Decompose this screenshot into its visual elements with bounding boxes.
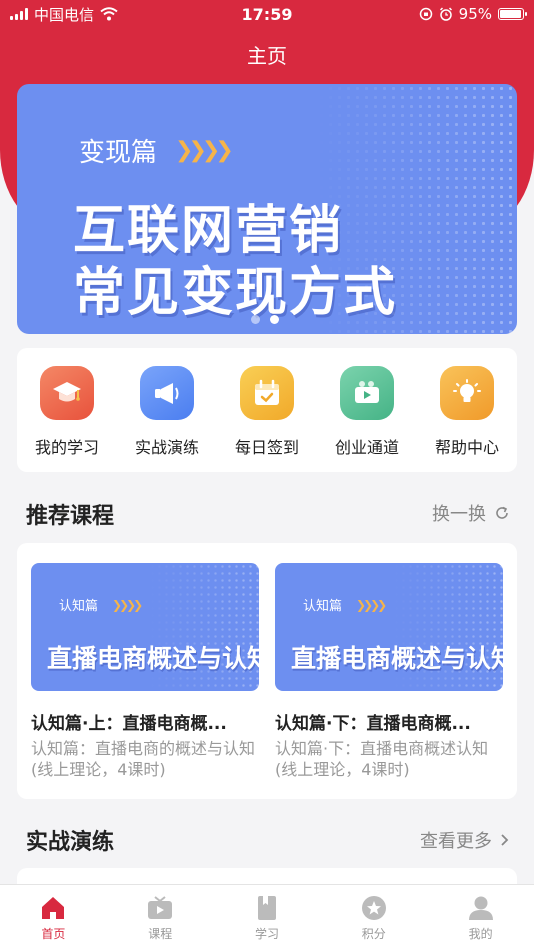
course-item[interactable]: 认知篇 ❯❯❯❯ 直播电商概述与认知 认知篇·下：直播电商概... 认知篇·下：… <box>275 563 503 780</box>
quick-practice[interactable]: 实战演练 <box>117 366 217 472</box>
banner-headline-2: 常见变现方式 <box>73 263 398 323</box>
quick-check-in[interactable]: 每日签到 <box>217 366 317 472</box>
refresh-courses-button[interactable]: 换一换 <box>432 500 510 526</box>
course-description: 认知篇：直播电商的概述与认知(线上理论，4课时) <box>31 739 256 779</box>
user-icon <box>468 896 493 920</box>
lightbulb-icon <box>440 366 494 420</box>
page-title: 主页 <box>247 44 287 68</box>
tab-label: 首页 <box>41 927 66 941</box>
course-name[interactable]: 认知篇·下：直播电商概... <box>275 709 503 734</box>
view-more-button[interactable]: 查看更多 <box>420 827 510 853</box>
tab-label: 积分 <box>361 927 386 941</box>
quick-my-study[interactable]: 我的学习 <box>17 366 117 472</box>
course-thumbnail[interactable]: 认知篇 ❯❯❯❯ 直播电商概述与认知 <box>31 563 259 691</box>
quick-label: 实战演练 <box>134 438 199 457</box>
orientation-lock-icon <box>419 7 432 21</box>
chevron-right-icon <box>501 834 509 846</box>
course-item[interactable]: 认知篇 ❯❯❯❯ 直播电商概述与认知 认知篇·上：直播电商概... 认知篇：直播… <box>31 563 259 780</box>
banner-dot-2[interactable] <box>270 315 279 324</box>
wifi-icon <box>100 7 118 21</box>
tab-courses[interactable]: 课程 <box>107 885 214 950</box>
tab-home[interactable]: 首页 <box>0 885 107 950</box>
banner-carousel[interactable]: 变现篇 ❯❯❯❯ 互联网营销 常见变现方式 <box>17 84 517 334</box>
graduation-cap-icon <box>40 366 94 420</box>
banner-tag: 变现篇 ❯❯❯❯ <box>79 132 234 169</box>
thumbnail-tag: 认知篇 ❯❯❯❯ <box>303 595 387 615</box>
tab-label: 课程 <box>148 927 173 941</box>
star-icon <box>361 896 386 920</box>
tab-label: 学习 <box>254 927 279 941</box>
status-bar: 中国电信 17:59 95% <box>0 0 534 28</box>
quick-label: 我的学习 <box>34 438 99 457</box>
course-name[interactable]: 认知篇·上：直播电商概... <box>31 709 259 734</box>
thumbnail-title: 直播电商概述与认知 <box>291 644 503 673</box>
chevrons-right-icon: ❯❯❯❯ <box>175 138 234 163</box>
banner-page-indicator[interactable] <box>251 315 279 324</box>
banner-tag-label: 变现篇 <box>79 138 158 168</box>
thumbnail-title: 直播电商概述与认知 <box>47 644 259 673</box>
battery-percent: 95% <box>458 5 492 23</box>
book-icon <box>257 896 276 920</box>
tab-points[interactable]: 积分 <box>320 885 427 950</box>
home-icon <box>42 897 65 919</box>
quick-actions: 我的学习 实战演练 每日签到 创业通道 帮助中心 <box>17 348 517 472</box>
thumbnail-tag-label: 认知篇 <box>59 599 99 614</box>
quick-label: 每日签到 <box>234 438 299 457</box>
megaphone-icon <box>140 366 194 420</box>
recommend-section-title: 推荐课程 <box>26 504 115 529</box>
banner-dot-1[interactable] <box>251 315 260 324</box>
quick-startup-channel[interactable]: 创业通道 <box>317 366 417 472</box>
battery-icon <box>498 8 527 20</box>
course-description: 认知篇·下：直播电商概述认知(线上理论，4课时) <box>275 739 489 779</box>
chevrons-right-icon: ❯❯❯❯ <box>112 597 143 612</box>
quick-label: 帮助中心 <box>434 438 499 457</box>
tab-label: 我的 <box>468 927 493 941</box>
refresh-icon <box>496 506 508 519</box>
tab-bar: 首页 课程 学习 积分 我的 <box>0 884 534 950</box>
tab-study[interactable]: 学习 <box>214 885 321 950</box>
refresh-courses-label: 换一换 <box>432 504 486 525</box>
thumbnail-tag-label: 认知篇 <box>303 599 343 614</box>
course-thumbnail[interactable]: 认知篇 ❯❯❯❯ 直播电商概述与认知 <box>275 563 503 691</box>
video-camera-icon <box>340 366 394 420</box>
cellular-signal-icon <box>10 8 28 20</box>
quick-label: 创业通道 <box>334 438 399 457</box>
practice-section-title: 实战演练 <box>26 830 115 855</box>
tv-play-icon <box>148 896 173 919</box>
carrier-label: 中国电信 <box>34 5 95 24</box>
recommended-courses: 认知篇 ❯❯❯❯ 直播电商概述与认知 认知篇·上：直播电商概... 认知篇：直播… <box>17 543 517 799</box>
thumbnail-tag: 认知篇 ❯❯❯❯ <box>59 595 143 615</box>
calendar-check-icon <box>240 366 294 420</box>
quick-help-center[interactable]: 帮助中心 <box>417 366 517 472</box>
tab-profile[interactable]: 我的 <box>427 885 534 950</box>
view-more-label: 查看更多 <box>420 831 492 852</box>
chevrons-right-icon: ❯❯❯❯ <box>356 597 387 612</box>
alarm-icon <box>439 7 452 21</box>
